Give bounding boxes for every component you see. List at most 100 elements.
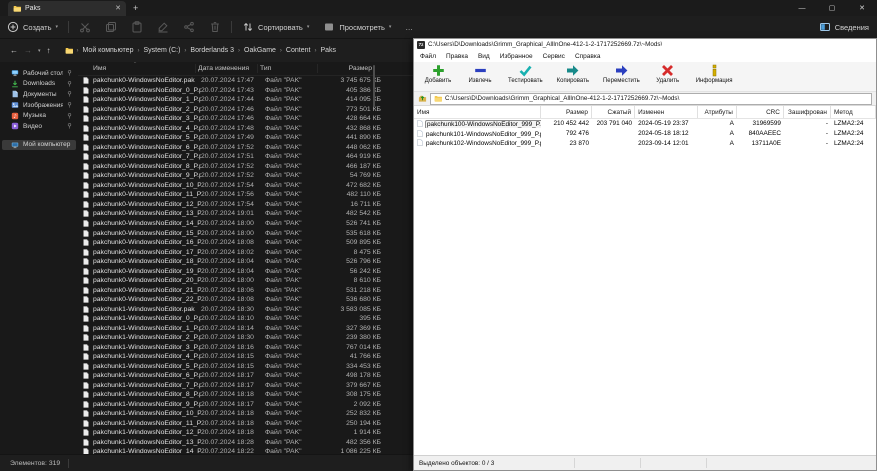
details-pane-button[interactable]: Сведения	[819, 16, 869, 38]
file-row[interactable]: pakchunk1-WindowsNoEditor_7_P.pak 20.07.2…	[78, 381, 413, 391]
scrollbar-thumb[interactable]	[373, 65, 375, 107]
file-row[interactable]: pakchunk1-WindowsNoEditor_10_P.pak20.07.…	[78, 409, 413, 419]
rename-button[interactable]	[150, 21, 176, 33]
file-row[interactable]: pakchunk1-WindowsNoEditor_13_P.pak20.07.…	[78, 438, 413, 448]
maximize-button[interactable]: ▢	[817, 0, 847, 16]
sort-button[interactable]: Сортировать ▾	[235, 21, 316, 33]
file-row[interactable]: pakchunk0-WindowsNoEditor_14_P.pak20.07.…	[78, 219, 413, 229]
archive-column-header-2[interactable]: Сжатый	[592, 106, 636, 118]
breadcrumb-item[interactable]: Paks	[320, 47, 336, 54]
file-row[interactable]: pakchunk0-WindowsNoEditor_7_P.pak 20.07.2…	[78, 152, 413, 162]
file-row[interactable]: pakchunk1-WindowsNoEditor_4_P.pak 20.07.2…	[78, 352, 413, 362]
file-row[interactable]: pakchunk1-WindowsNoEditor_9_P.pak 20.07.2…	[78, 400, 413, 410]
copy-button[interactable]	[98, 21, 124, 33]
copy-button[interactable]: Копировать	[557, 64, 589, 84]
add-button[interactable]: Добавить	[424, 64, 452, 84]
paste-button[interactable]	[124, 21, 150, 33]
archive-column-header-7[interactable]: Метод	[831, 106, 876, 118]
file-row[interactable]: pakchunk0-WindowsNoEditor_17_P.pak20.07.…	[78, 247, 413, 257]
archive-column-header-1[interactable]: Размер	[541, 106, 592, 118]
breadcrumb-item[interactable]: Borderlands 3	[190, 47, 234, 54]
file-row[interactable]: pakchunk0-WindowsNoEditor_16_P.pak20.07.…	[78, 238, 413, 248]
delete-button[interactable]: Удалить	[654, 64, 682, 84]
menu-item-избранное[interactable]: Избранное	[500, 53, 533, 60]
file-row[interactable]: pakchunk0-WindowsNoEditor_2_P.pak 20.07.2…	[78, 105, 413, 115]
file-row[interactable]: pakchunk1-WindowsNoEditor_5_P.pak 20.07.2…	[78, 361, 413, 371]
info-button[interactable]: Информация	[696, 64, 732, 84]
file-row[interactable]: pakchunk1-WindowsNoEditor_11_P.pak20.07.…	[78, 419, 413, 429]
column-header-date[interactable]: Дата изменения	[196, 64, 258, 73]
breadcrumb-item[interactable]: Мой компьютер	[83, 47, 134, 54]
file-row[interactable]: pakchunk0-WindowsNoEditor_8_P.pak 20.07.2…	[78, 162, 413, 172]
file-row[interactable]: pakchunk0-WindowsNoEditor_5_P.pak 20.07.2…	[78, 133, 413, 143]
file-row[interactable]: pakchunk0-WindowsNoEditor_18_P.pak20.07.…	[78, 257, 413, 267]
menu-item-справка[interactable]: Справка	[575, 53, 601, 60]
breadcrumb-item[interactable]: Content	[286, 47, 311, 54]
file-row[interactable]: pakchunk1-WindowsNoEditor_1_P.pak 20.07.2…	[78, 323, 413, 333]
file-row[interactable]: pakchunk1-WindowsNoEditor_12_P.pak20.07.…	[78, 428, 413, 438]
file-row[interactable]: pakchunk0-WindowsNoEditor_13_P.pak20.07.…	[78, 209, 413, 219]
share-button[interactable]	[176, 21, 202, 33]
file-row[interactable]: pakchunk0-WindowsNoEditor_1_P.pak 20.07.2…	[78, 95, 413, 105]
file-row[interactable]: pakchunk0-WindowsNoEditor_19_P.pak20.07.…	[78, 266, 413, 276]
forward-button[interactable]: →	[24, 46, 32, 55]
cut-button[interactable]	[72, 21, 98, 33]
column-header-type[interactable]: Тип	[258, 64, 318, 73]
file-row[interactable]: pakchunk0-WindowsNoEditor_9_P.pak 20.07.2…	[78, 171, 413, 181]
file-row[interactable]: pakchunk1-WindowsNoEditor_6_P.pak 20.07.2…	[78, 371, 413, 381]
archive-column-header-5[interactable]: CRC	[737, 106, 784, 118]
extract-button[interactable]: Извлечь	[466, 64, 494, 84]
file-row[interactable]: pakchunk0-WindowsNoEditor_4_P.pak 20.07.2…	[78, 124, 413, 134]
archive-column-header-6[interactable]: Зашифрован	[784, 106, 831, 118]
breadcrumb-item[interactable]: OakGame	[244, 47, 276, 54]
file-row[interactable]: pakchunk0-WindowsNoEditor_20_P.pak20.07.…	[78, 276, 413, 286]
menu-item-файл[interactable]: Файл	[420, 53, 436, 60]
menu-item-сервис[interactable]: Сервис	[543, 53, 565, 60]
new-tab-button[interactable]: +	[133, 1, 138, 16]
sidebar-item-video[interactable]: Видео	[2, 121, 76, 132]
file-row[interactable]: pakchunk0-WindowsNoEditor_6_P.pak 20.07.2…	[78, 143, 413, 153]
more-options-button[interactable]: …	[398, 23, 420, 32]
menu-item-правка[interactable]: Правка	[446, 53, 468, 60]
archive-column-header-0[interactable]: Имя	[414, 106, 542, 118]
file-row[interactable]: pakchunk1-WindowsNoEditor_2_P.pak 20.07.2…	[78, 333, 413, 343]
file-row[interactable]: pakchunk0-WindowsNoEditor_11_P.pak20.07.…	[78, 190, 413, 200]
sidebar-item-desktop[interactable]: Рабочий стол	[2, 68, 76, 79]
file-row[interactable]: pakchunk1-WindowsNoEditor.pak 20.07.2024 …	[78, 304, 413, 314]
move-button[interactable]: Переместить	[603, 64, 640, 84]
breadcrumb-item[interactable]: System (C:)	[143, 47, 180, 54]
archive-column-header-3[interactable]: Изменен	[635, 106, 698, 118]
close-button[interactable]: ✕	[847, 0, 877, 16]
file-row[interactable]: pakchunk1-WindowsNoEditor_8_P.pak 20.07.2…	[78, 390, 413, 400]
archive-row[interactable]: pakchunk100-WindowsNoEditor_999_P.pak 210…	[414, 119, 876, 129]
delete-button[interactable]	[202, 21, 228, 33]
file-row[interactable]: pakchunk0-WindowsNoEditor_0_P.pak 20.07.2…	[78, 86, 413, 96]
sidebar-item-pictures[interactable]: Изображения	[2, 100, 76, 111]
sidebar-item-computer[interactable]: Мой компьютер	[2, 139, 76, 151]
file-row[interactable]: pakchunk1-WindowsNoEditor_3_P.pak 20.07.2…	[78, 342, 413, 352]
recent-locations-chevron[interactable]: ▾	[38, 48, 41, 54]
explorer-tab[interactable]: Paks ✕	[8, 1, 126, 16]
archive-path-field[interactable]: C:\Users\D\Downloads\Grimm_Graphical_All…	[430, 92, 872, 105]
archive-row[interactable]: pakchunk101-WindowsNoEditor_999_P.pak 792…	[414, 129, 876, 139]
file-row[interactable]: pakchunk0-WindowsNoEditor_10_P.pak20.07.…	[78, 181, 413, 191]
sidebar-item-documents[interactable]: Документы	[2, 89, 76, 100]
new-button[interactable]: Создать ▾	[0, 21, 65, 33]
minimize-button[interactable]: —	[787, 0, 817, 16]
file-row[interactable]: pakchunk0-WindowsNoEditor_21_P.pak20.07.…	[78, 285, 413, 295]
column-header-size[interactable]: Размер	[318, 64, 374, 73]
up-one-level-icon[interactable]	[418, 94, 427, 103]
view-button[interactable]: Просмотреть ▾	[316, 21, 398, 33]
test-button[interactable]: Тестировать	[508, 64, 543, 84]
archive-row[interactable]: pakchunk102-WindowsNoEditor_999_P.pak 23 …	[414, 138, 876, 148]
back-button[interactable]: ←	[10, 46, 18, 55]
sidebar-item-downloads[interactable]: Downloads	[2, 79, 76, 90]
tab-close-icon[interactable]: ✕	[115, 5, 121, 12]
file-row[interactable]: pakchunk0-WindowsNoEditor_22_P.pak20.07.…	[78, 295, 413, 305]
file-row[interactable]: pakchunk0-WindowsNoEditor.pak 20.07.2024 …	[78, 76, 413, 86]
sidebar-item-music[interactable]: ♪ Музыка	[2, 110, 76, 121]
file-row[interactable]: pakchunk0-WindowsNoEditor_15_P.pak20.07.…	[78, 228, 413, 238]
archive-column-header-4[interactable]: Атрибуты	[698, 106, 737, 118]
file-row[interactable]: pakchunk0-WindowsNoEditor_12_P.pak20.07.…	[78, 200, 413, 210]
up-button[interactable]: ↑	[47, 46, 51, 55]
